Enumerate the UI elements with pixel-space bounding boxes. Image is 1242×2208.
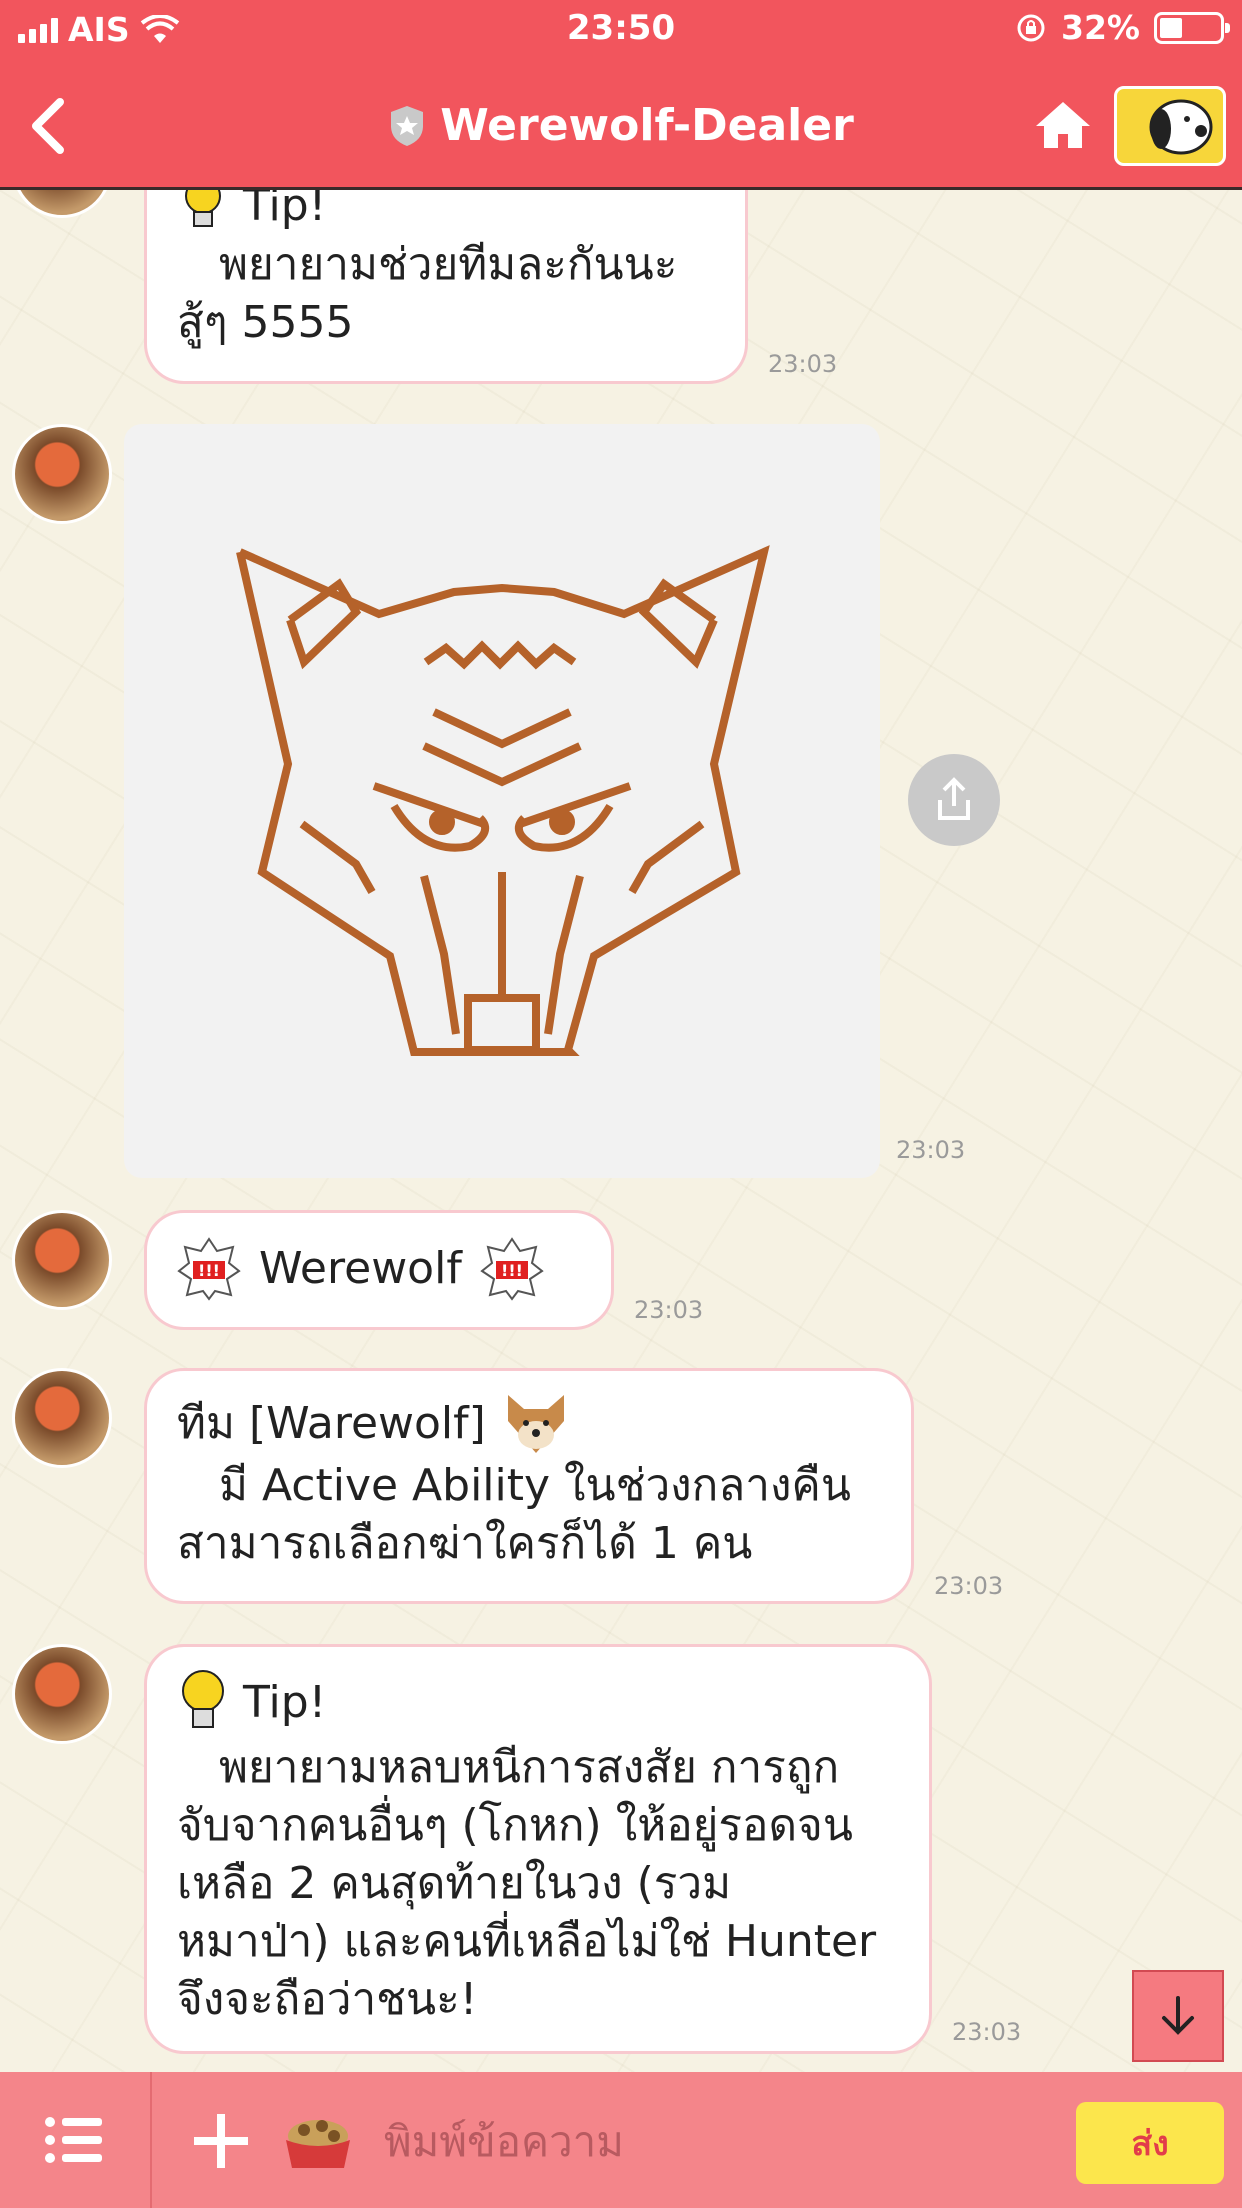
share-button[interactable]: [908, 754, 1000, 846]
message-bubble-team[interactable]: ทีม [Warewolf] มี Active Ability ในช่วงก…: [144, 1368, 914, 1604]
exclamation-badge-icon: !!!: [177, 1237, 241, 1301]
message-time: 23:03: [768, 350, 838, 378]
sticker-icon[interactable]: [282, 2108, 354, 2174]
sender-avatar[interactable]: [12, 1644, 112, 1744]
team-title: ทีม [Warewolf]: [177, 1398, 486, 1449]
status-right: 32%: [1015, 8, 1230, 47]
message-line: หมาป่า) และคนที่เหลือไม่ใช่ Hunter: [177, 1916, 877, 1967]
message-line: มี Active Ability ในช่วงกลางคืน: [177, 1460, 851, 1511]
shield-icon: [391, 105, 424, 146]
menu-icon[interactable]: [44, 2116, 104, 2164]
message-line: สามารถเลือกฆ่าใครก็ได้ 1 คน: [177, 1518, 753, 1569]
profile-avatar[interactable]: [1114, 86, 1226, 166]
message-bubble-tip[interactable]: Tip! พยายามหลบหนีการสงสัย การถูก จับจากค…: [144, 1644, 932, 2054]
message-time: 23:03: [634, 1296, 704, 1324]
chat-title-label: Werewolf-Dealer: [440, 100, 854, 151]
status-bar: AIS 23:50 32%: [0, 0, 1242, 62]
header: AIS 23:50 32% Werewolf-Dealer: [0, 0, 1242, 190]
battery-icon: [1154, 11, 1230, 44]
scroll-to-bottom-button[interactable]: [1132, 1970, 1224, 2062]
divider: [150, 2072, 152, 2208]
image-message[interactable]: [124, 424, 880, 1178]
battery-label: 32%: [1061, 8, 1140, 47]
message-line: สู้ๆ 5555: [177, 297, 354, 348]
home-icon[interactable]: [1034, 98, 1092, 150]
plus-icon[interactable]: [192, 2112, 250, 2170]
message-time: 23:03: [952, 2018, 1022, 2046]
role-label: Werewolf: [259, 1243, 462, 1294]
message-line: พยายามหลบหนีการสงสัย การถูก: [177, 1742, 840, 1793]
input-bar: ส่ง: [0, 2072, 1242, 2208]
sender-avatar[interactable]: [12, 424, 112, 524]
exclamation-badge-icon: !!!: [480, 1237, 544, 1301]
svg-text:!!!: !!!: [501, 1261, 523, 1280]
share-icon: [938, 777, 970, 820]
sender-avatar[interactable]: [12, 1368, 112, 1468]
message-line: พยายามช่วยทีมละกันนะ: [177, 239, 678, 290]
message-bubble-role[interactable]: !!! Werewolf !!!: [144, 1210, 614, 1330]
message-bubble-tip[interactable]: Tip! พยายามช่วยทีมละกันนะ สู้ๆ 5555: [144, 170, 748, 384]
message-time: 23:03: [896, 1136, 966, 1164]
message-line: จึงจะถือว่าชนะ!: [177, 1974, 478, 2025]
werewolf-logo-image: [236, 545, 770, 1056]
shiba-dog-icon: [507, 1395, 564, 1453]
lightbulb-icon: [182, 1670, 224, 1728]
send-button[interactable]: ส่ง: [1076, 2102, 1224, 2184]
snoopy-icon: [1149, 99, 1213, 155]
sender-avatar[interactable]: [12, 1210, 112, 1310]
svg-text:!!!: !!!: [198, 1261, 220, 1280]
message-time: 23:03: [934, 1572, 1004, 1600]
message-line: จับจากคนอื่นๆ (โกหก) ให้อยู่รอดจน: [177, 1800, 853, 1851]
message-input[interactable]: [384, 2112, 1044, 2172]
tip-title: Tip!: [243, 1677, 327, 1728]
orientation-lock-icon: [1017, 14, 1045, 41]
arrow-down-icon: [1162, 1996, 1194, 2035]
message-line: เหลือ 2 คนสุดท้ายในวง (รวม: [177, 1858, 732, 1909]
